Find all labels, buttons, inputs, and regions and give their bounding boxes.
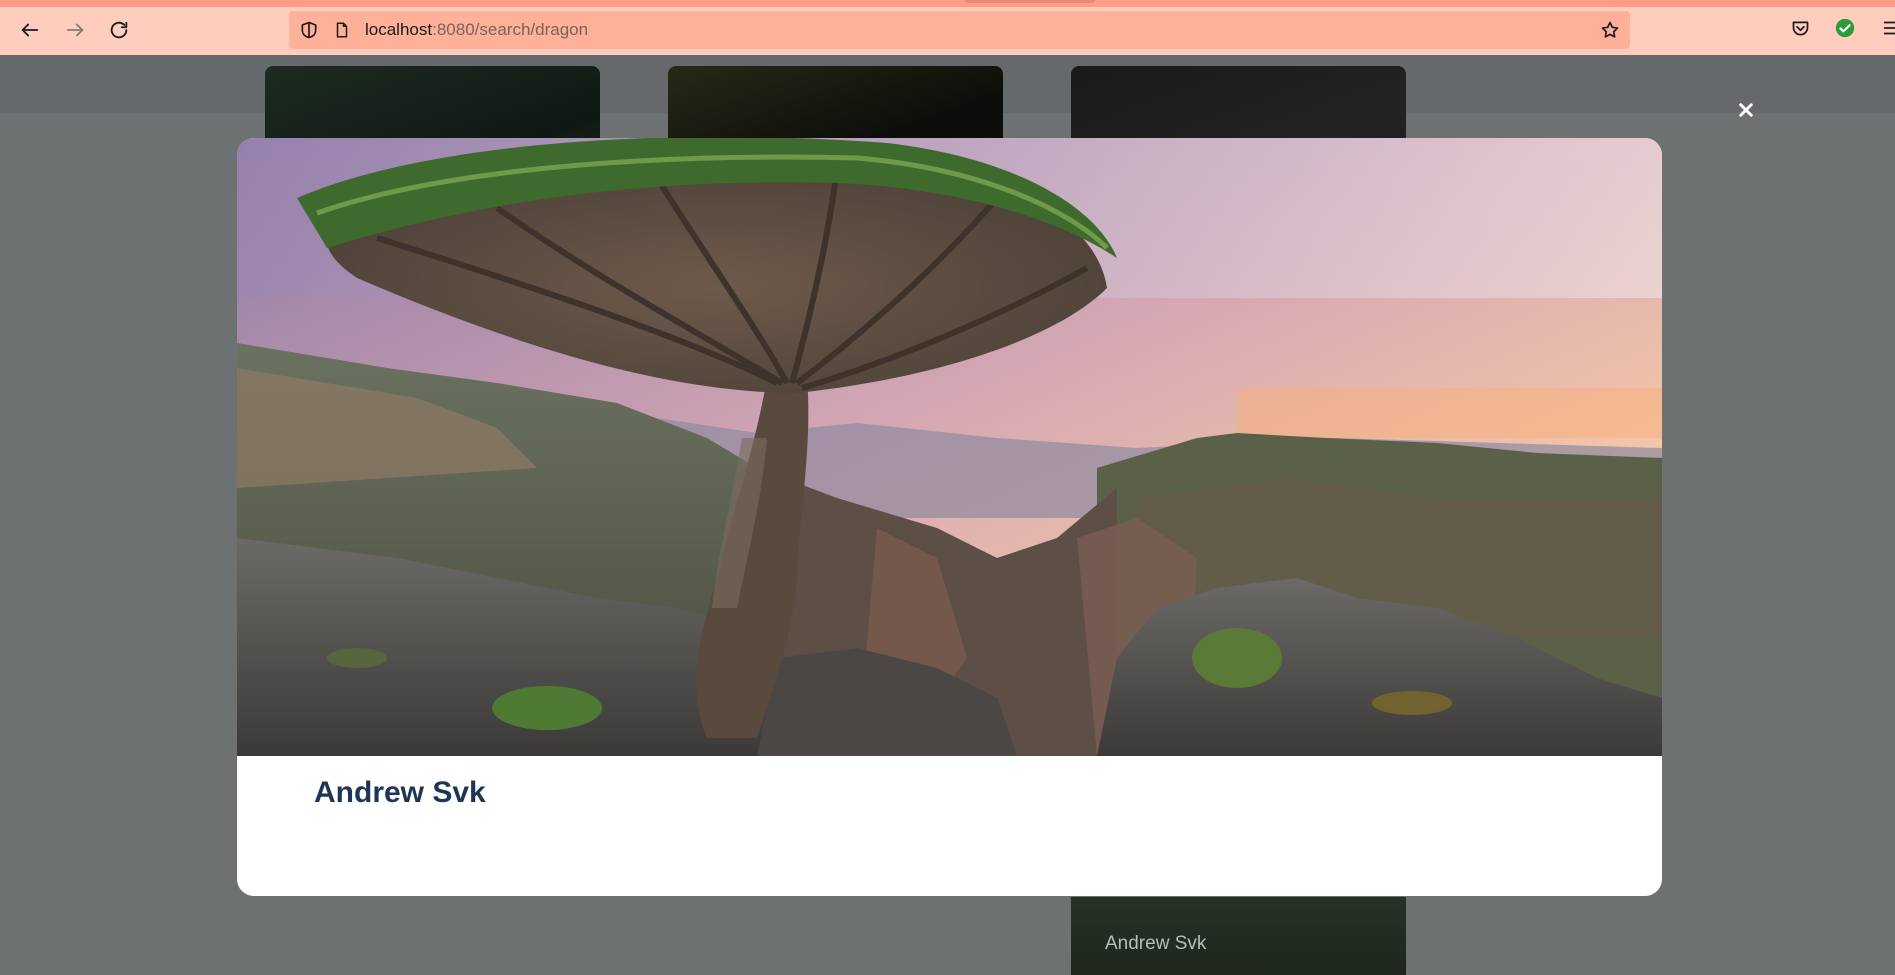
back-button[interactable] — [14, 14, 46, 46]
page-icon[interactable] — [332, 20, 352, 40]
photo-modal: Andrew Svk — [237, 138, 1662, 896]
shield-icon[interactable] — [299, 20, 319, 40]
bookmark-star-button[interactable] — [1600, 20, 1620, 40]
card-author: Andrew Svk — [1105, 933, 1207, 954]
url-bar[interactable]: localhost:8080/search/dragon — [289, 11, 1630, 49]
pocket-icon — [1792, 21, 1808, 35]
active-tab-indicator — [965, 0, 1095, 3]
tab-strip — [0, 0, 1895, 7]
arrow-left-icon — [21, 23, 39, 37]
pocket-button[interactable] — [1788, 16, 1812, 40]
star-icon — [1601, 21, 1619, 38]
extension-button[interactable] — [1833, 16, 1857, 40]
url-path: :8080/search/dragon — [432, 20, 589, 39]
arrow-right-icon — [66, 23, 84, 37]
reload-icon — [110, 21, 128, 39]
hamburger-icon — [1883, 21, 1895, 35]
url-text[interactable]: localhost:8080/search/dragon — [365, 20, 588, 40]
modal-close-button[interactable] — [1732, 96, 1760, 124]
reload-button[interactable] — [103, 14, 135, 46]
dragon-tree-photo — [237, 138, 1662, 756]
check-badge-icon — [1835, 18, 1855, 38]
close-icon — [1739, 103, 1753, 117]
menu-button[interactable] — [1880, 16, 1895, 40]
url-host: localhost — [365, 20, 433, 39]
browser-toolbar: localhost:8080/search/dragon — [0, 0, 1895, 55]
forward-button[interactable] — [59, 14, 91, 46]
result-card[interactable]: Andrew Svk — [1071, 897, 1406, 975]
photo-author: Andrew Svk — [314, 776, 486, 809]
